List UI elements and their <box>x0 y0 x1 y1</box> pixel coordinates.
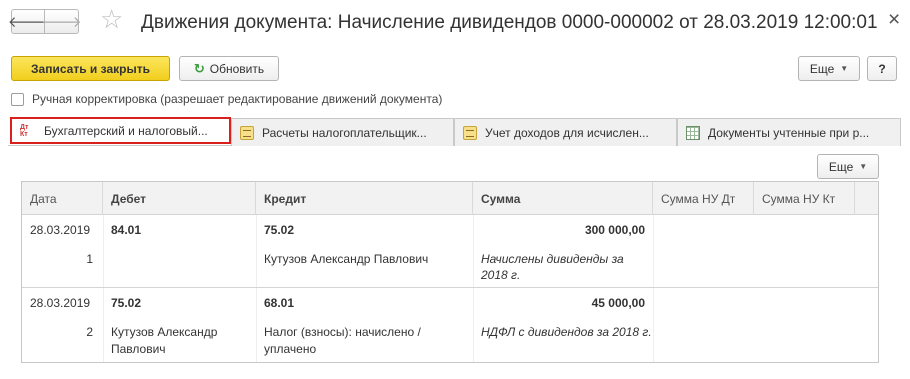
row-content: НДФЛ с дивидендов за 2018 г. <box>481 325 652 339</box>
row-credit-account: 68.01 <box>264 296 295 310</box>
postings-table[interactable]: Дата Дебет Кредит Сумма Сумма НУ Дт Сумм… <box>21 181 879 363</box>
window-title: Движения документа: Начисление дивидендо… <box>141 12 878 33</box>
caret-down-icon: ▼ <box>840 64 849 73</box>
more-label: Еще <box>809 61 835 76</box>
row-number: 1 <box>86 252 93 266</box>
tab-label: Расчеты налогоплательщик... <box>262 125 427 140</box>
table-more-button[interactable]: Еще ▼ <box>817 154 879 179</box>
favorite-star-icon[interactable]: ☆ <box>100 6 123 32</box>
row-amount: 45 000,00 <box>591 296 645 310</box>
row-amount: 300 000,00 <box>584 223 645 237</box>
tab-label: Учет доходов для исчислен... <box>485 125 649 140</box>
row-separator <box>22 287 878 288</box>
refresh-icon: ↻ <box>193 60 205 76</box>
row-credit-subconto: Кутузов Александр Павлович <box>264 252 429 266</box>
column-divider <box>653 215 654 362</box>
column-header-debit[interactable]: Дебет <box>103 182 256 215</box>
tab-income-accounting[interactable]: Учет доходов для исчислен... <box>454 118 677 146</box>
caret-down-icon: ▼ <box>859 162 868 171</box>
tab-label: Бухгалтерский и налоговый... <box>44 123 208 138</box>
column-header-date[interactable]: Дата <box>22 182 103 215</box>
dt-kt-icon: Дт Кт <box>20 123 29 138</box>
column-divider <box>103 215 104 362</box>
column-divider <box>256 215 257 362</box>
manual-edit-label: Ручная корректировка (разрешает редактир… <box>32 92 443 106</box>
register-icon <box>240 125 254 140</box>
tab-taxpayer-settlements[interactable]: Расчеты налогоплательщик... <box>231 118 454 146</box>
manual-edit-checkbox[interactable] <box>11 92 24 106</box>
forward-button[interactable]: 🡒 <box>41 9 82 34</box>
tab-documents-accounted[interactable]: Документы учтенные при р... <box>677 118 901 146</box>
row-debit-account: 75.02 <box>111 296 142 310</box>
row-date: 28.03.2019 <box>30 223 91 237</box>
row-credit-subconto: Налог (взносы): начислено / уплачено <box>264 325 421 356</box>
arrow-right-icon: 🡒 <box>41 14 82 31</box>
back-button[interactable]: 🡐 <box>8 9 48 34</box>
manual-edit-row[interactable]: Ручная корректировка (разрешает редактир… <box>11 92 442 106</box>
column-divider <box>473 215 474 362</box>
row-date: 28.03.2019 <box>30 296 91 310</box>
save-and-close-button[interactable]: Записать и закрыть <box>11 56 170 81</box>
row-number: 2 <box>86 325 93 339</box>
close-icon[interactable]: × <box>888 9 900 30</box>
tab-label: Документы учтенные при р... <box>708 125 870 140</box>
refresh-label: Обновить <box>209 61 265 76</box>
column-header-amount-nu-kt[interactable]: Сумма НУ Кт <box>754 182 855 215</box>
register-icon <box>463 125 477 140</box>
refresh-button[interactable]: ↻ Обновить <box>179 56 279 81</box>
row-debit-subconto: Кутузов Александр Павлович <box>111 325 218 356</box>
column-header-amount[interactable]: Сумма <box>473 182 653 215</box>
row-content: Начислены дивиденды за 2018 г. <box>481 252 624 282</box>
grid-icon <box>686 125 700 140</box>
row-debit-account: 84.01 <box>111 223 142 237</box>
column-header-credit[interactable]: Кредит <box>256 182 473 215</box>
more-button[interactable]: Еще ▼ <box>798 56 860 81</box>
column-header-amount-nu-dt[interactable]: Сумма НУ Дт <box>653 182 754 215</box>
tab-accounting-and-tax[interactable]: Дт Кт Бухгалтерский и налоговый... <box>10 117 231 144</box>
row-credit-account: 75.02 <box>264 223 295 237</box>
table-header: Дата Дебет Кредит Сумма Сумма НУ Дт Сумм… <box>22 182 878 215</box>
more-label: Еще <box>828 159 854 174</box>
help-button[interactable]: ? <box>867 56 897 81</box>
